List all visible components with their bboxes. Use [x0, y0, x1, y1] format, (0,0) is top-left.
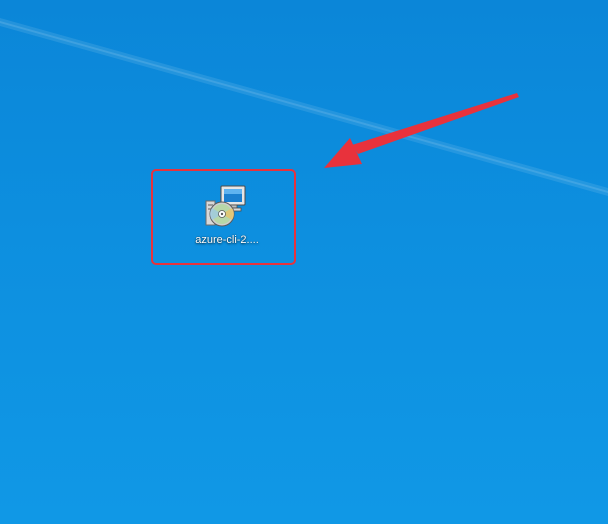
desktop[interactable]: azure-cli-2....	[0, 0, 608, 524]
annotation-arrow	[324, 93, 519, 168]
annotation-highlight-box	[151, 169, 296, 265]
wallpaper-light-beam	[0, 18, 608, 196]
